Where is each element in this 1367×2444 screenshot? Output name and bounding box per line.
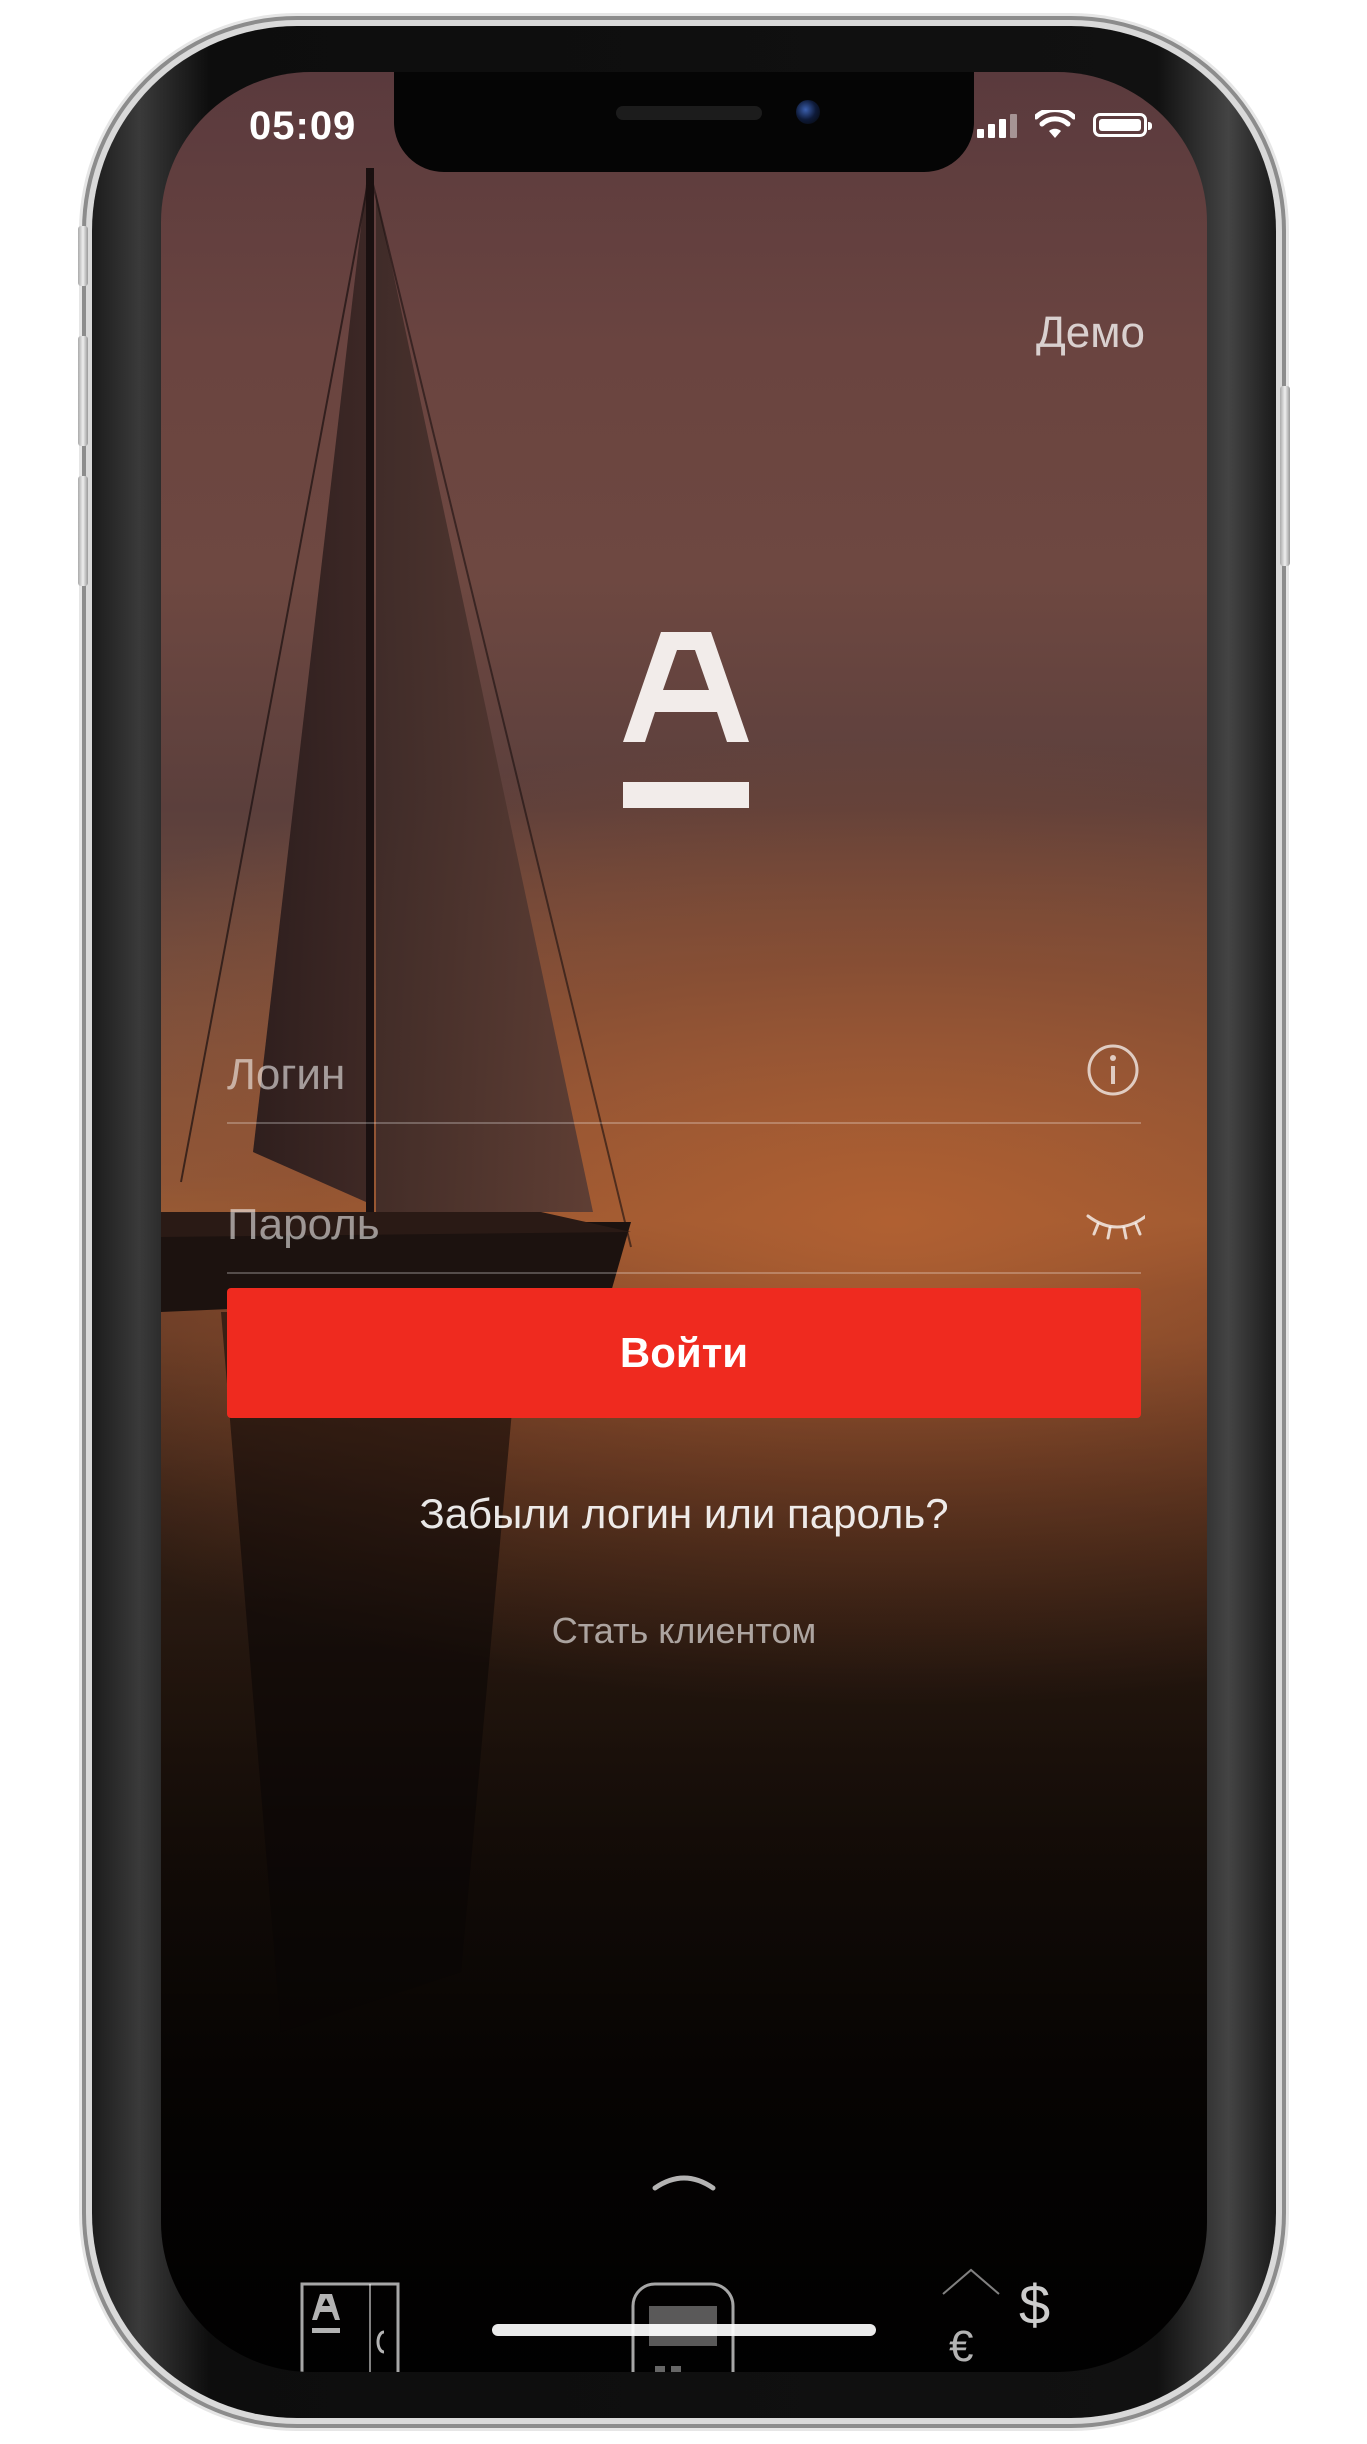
info-icon[interactable]	[1085, 1042, 1141, 1098]
dollar-symbol: $	[1019, 2273, 1051, 2336]
status-icons	[977, 110, 1152, 140]
volume-up-button	[78, 336, 88, 446]
chevron-up-icon[interactable]	[651, 2164, 717, 2194]
eye-closed-icon[interactable]	[1079, 1192, 1145, 1248]
mute-switch	[78, 226, 88, 286]
volume-down-button	[78, 476, 88, 586]
currency-chevron-icon	[942, 2268, 1000, 2295]
home-indicator[interactable]	[492, 2324, 876, 2336]
wifi-icon	[1035, 110, 1075, 138]
login-input[interactable]	[227, 1040, 1047, 1110]
app-screen: 05:09 Демо Логин Войти Забыли логин или …	[161, 72, 1207, 2372]
password-input[interactable]	[227, 1190, 1047, 1260]
status-time: 05:09	[249, 104, 357, 148]
currency-rates-widget[interactable]: $ €	[941, 2266, 1081, 2372]
cellular-signal-icon	[977, 112, 1017, 138]
alfa-card-widget[interactable]	[299, 2282, 401, 2372]
earpiece-speaker	[616, 106, 762, 120]
forgot-credentials-link[interactable]: Забыли логин или пароль?	[161, 1490, 1207, 1538]
euro-symbol: €	[949, 2322, 974, 2371]
front-camera	[796, 100, 820, 124]
password-field	[227, 1172, 1145, 1274]
device-notch	[394, 72, 974, 172]
become-client-link[interactable]: Стать клиентом	[161, 1610, 1207, 1652]
login-button[interactable]: Войти	[227, 1288, 1141, 1418]
battery-icon	[1093, 113, 1152, 137]
phone-frame: 05:09 Демо Логин Войти Забыли логин или …	[78, 26, 1290, 2418]
login-field	[227, 1022, 1141, 1124]
alfa-bank-logo	[623, 632, 749, 808]
power-button	[1280, 386, 1290, 566]
demo-link[interactable]: Демо	[1036, 308, 1145, 358]
